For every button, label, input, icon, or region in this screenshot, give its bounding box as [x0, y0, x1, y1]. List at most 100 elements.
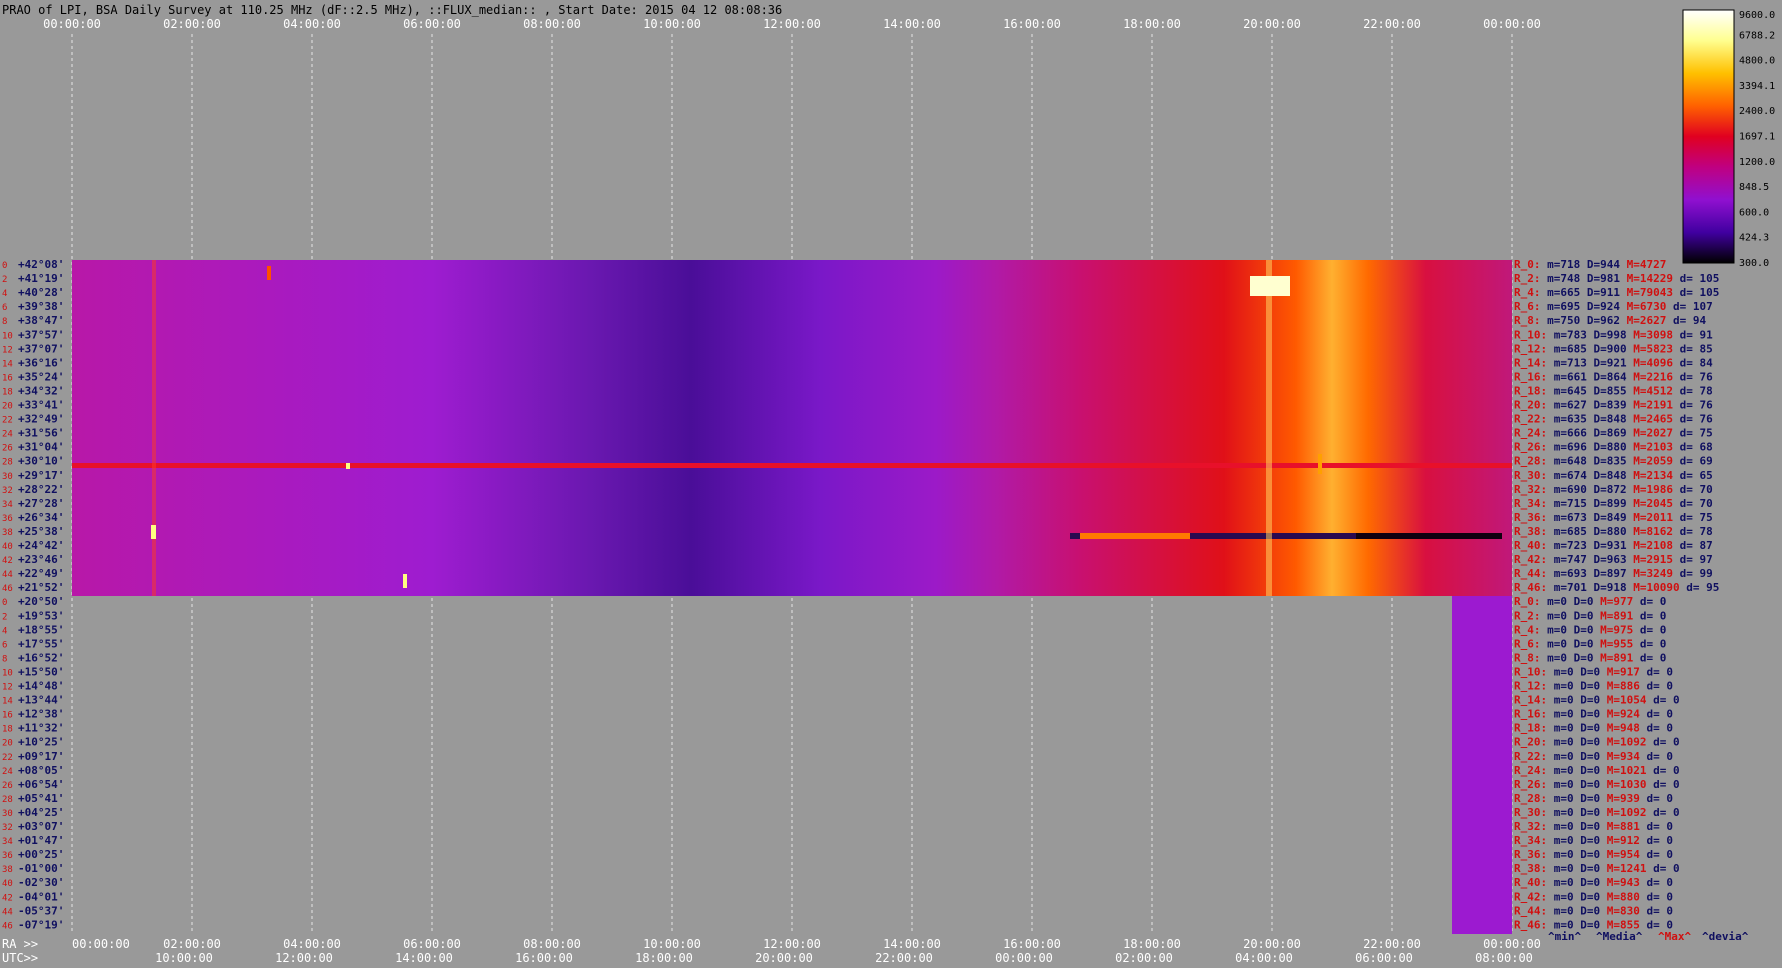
stat-field: R_0: — [1514, 595, 1541, 608]
top-time-tick: 04:00:00 — [283, 17, 341, 31]
stat-field: m=0 — [1547, 708, 1574, 721]
hot-spot — [151, 525, 156, 539]
statistics-legend: ^min^ ^Media^ ^Max^ ^devia^ — [1548, 930, 1749, 943]
stat-field: R_34: — [1514, 834, 1547, 847]
beam-stat-row: R_42: m=0 D=0 M=880 d= 0 — [1514, 890, 1673, 903]
stat-field: M=1030 — [1600, 778, 1646, 791]
stat-field: m=0 — [1547, 876, 1574, 889]
beam-stat-row: R_16: m=661 D=864 M=2216 d= 76 — [1514, 370, 1713, 383]
stat-field: R_42: — [1514, 553, 1547, 566]
top-time-tick: 14:00:00 — [883, 17, 941, 31]
stat-field: M=2627 — [1620, 314, 1666, 327]
stat-field: d= 0 — [1640, 848, 1673, 861]
beam-stat-row: R_4: m=665 D=911 M=79043 d= 105 — [1514, 286, 1719, 299]
stat-field: m=0 — [1547, 904, 1574, 917]
beam-stat-row: R_30: m=0 D=0 M=1092 d= 0 — [1514, 806, 1680, 819]
stat-field: D=0 — [1574, 665, 1601, 678]
stat-field: M=881 — [1600, 820, 1640, 833]
stat-field: m=666 — [1547, 427, 1587, 440]
utc-axis-prefix: UTC>> — [2, 951, 38, 965]
stat-field: D=0 — [1574, 694, 1601, 707]
stat-field: R_36: — [1514, 848, 1547, 861]
beam-index: 6 — [2, 303, 7, 313]
beam-stat-row: R_0: m=718 D=944 M=4727 — [1514, 258, 1666, 271]
beam-stat-row: R_34: m=0 D=0 M=912 d= 0 — [1514, 834, 1673, 847]
stat-field: R_38: — [1514, 525, 1547, 538]
utc-tick: 18:00:00 — [635, 951, 693, 965]
beam-index: 16 — [2, 711, 13, 721]
stat-field: m=0 — [1547, 792, 1574, 805]
stat-field: M=939 — [1600, 792, 1640, 805]
stat-field: D=962 — [1580, 314, 1620, 327]
utc-tick: 12:00:00 — [275, 951, 333, 965]
stat-field: D=944 — [1580, 258, 1620, 271]
beam-stat-row: R_18: m=0 D=0 M=948 d= 0 — [1514, 722, 1673, 735]
stat-field: M=954 — [1600, 848, 1640, 861]
ra-tick: 00:00:00 — [1483, 937, 1541, 951]
stat-field: M=1092 — [1600, 806, 1646, 819]
stat-field: M=2103 — [1627, 441, 1673, 454]
stat-field: m=0 — [1547, 722, 1574, 735]
stat-field: M=4512 — [1627, 384, 1673, 397]
stat-field: m=748 — [1541, 272, 1581, 285]
beam-index: 34 — [2, 500, 13, 510]
ra-tick: 16:00:00 — [1003, 937, 1061, 951]
beam-stat-row: R_10: m=783 D=998 M=3098 d= 91 — [1514, 328, 1713, 341]
beam-index: 26 — [2, 781, 13, 791]
declination-label: +36°16' — [18, 356, 64, 369]
beam-stat-row: R_32: m=690 D=872 M=1986 d= 70 — [1514, 483, 1713, 496]
declination-label: +39°38' — [18, 300, 64, 313]
stat-field: M=2027 — [1627, 427, 1673, 440]
stat-field: M=79043 — [1620, 286, 1673, 299]
beam-stat-row: R_10: m=0 D=0 M=917 d= 0 — [1514, 665, 1673, 678]
declination-label: +15°50' — [18, 665, 64, 678]
colorbar-tick: 2400.0 — [1739, 106, 1775, 117]
stat-field: m=783 — [1547, 328, 1587, 341]
stat-field: D=0 — [1567, 595, 1594, 608]
orange-interference-segment — [1080, 533, 1190, 539]
stat-field: m=695 — [1541, 300, 1581, 313]
stat-field: m=673 — [1547, 511, 1587, 524]
declination-label: +25°38' — [18, 525, 64, 538]
bottom-axes: RA >> UTC>> 00:00:00 02:00:00 04:00:00 06:0… — [2, 937, 1541, 965]
stat-field: D=963 — [1587, 553, 1627, 566]
beam-stat-row: R_2: m=748 D=981 M=14229 d= 105 — [1514, 272, 1719, 285]
stat-field: D=848 — [1587, 413, 1627, 426]
utc-tick: 00:00:00 — [995, 951, 1053, 965]
beam-stat-row: R_6: m=0 D=0 M=955 d= 0 — [1514, 637, 1666, 650]
hot-spot — [1318, 454, 1322, 474]
stat-field: M=943 — [1600, 876, 1640, 889]
stat-field: M=880 — [1600, 890, 1640, 903]
beam-index: 12 — [2, 345, 13, 355]
stat-field: D=864 — [1587, 370, 1627, 383]
stat-field: R_10: — [1514, 328, 1547, 341]
stat-field: D=0 — [1574, 778, 1601, 791]
beam-stat-row: R_16: m=0 D=0 M=924 d= 0 — [1514, 708, 1673, 721]
stat-field: d= 78 — [1673, 525, 1713, 538]
stat-field: M=4096 — [1627, 356, 1674, 369]
beam-stat-row: R_0: m=0 D=0 M=977 d= 0 — [1514, 595, 1666, 608]
stat-field: d= 76 — [1673, 370, 1713, 383]
beam-index: 38 — [2, 865, 13, 875]
beam-index: 30 — [2, 809, 13, 819]
colorbar-tick: 3394.1 — [1739, 81, 1775, 92]
stat-field: R_44: — [1514, 904, 1547, 917]
beam-index: 18 — [2, 387, 13, 397]
ra-tick: 14:00:00 — [883, 937, 941, 951]
stat-field: d= 85 — [1673, 342, 1713, 355]
beam-index: 14 — [2, 697, 13, 707]
declination-label: +23°46' — [18, 553, 64, 566]
stat-field: d= 70 — [1673, 483, 1713, 496]
horizontal-interference-line — [72, 463, 1512, 468]
declination-label: +09°17' — [18, 750, 64, 763]
stat-field: m=685 — [1547, 342, 1587, 355]
stat-field: M=2191 — [1627, 399, 1674, 412]
colorbar: 9600.0 6788.2 4800.0 3394.1 2400.0 1697.1 1200… — [1682, 9, 1775, 269]
ra-tick: 20:00:00 — [1243, 937, 1301, 951]
beam-stat-row: R_44: m=0 D=0 M=830 d= 0 — [1514, 904, 1673, 917]
beam-stat-row: R_42: m=747 D=963 M=2915 d= 97 — [1514, 553, 1713, 566]
beam-stat-row: R_26: m=0 D=0 M=1030 d= 0 — [1514, 778, 1680, 791]
declination-label: +37°07' — [18, 342, 64, 355]
stat-legend-item: ^min^ — [1548, 930, 1581, 943]
black-interference-segment — [1356, 533, 1502, 539]
